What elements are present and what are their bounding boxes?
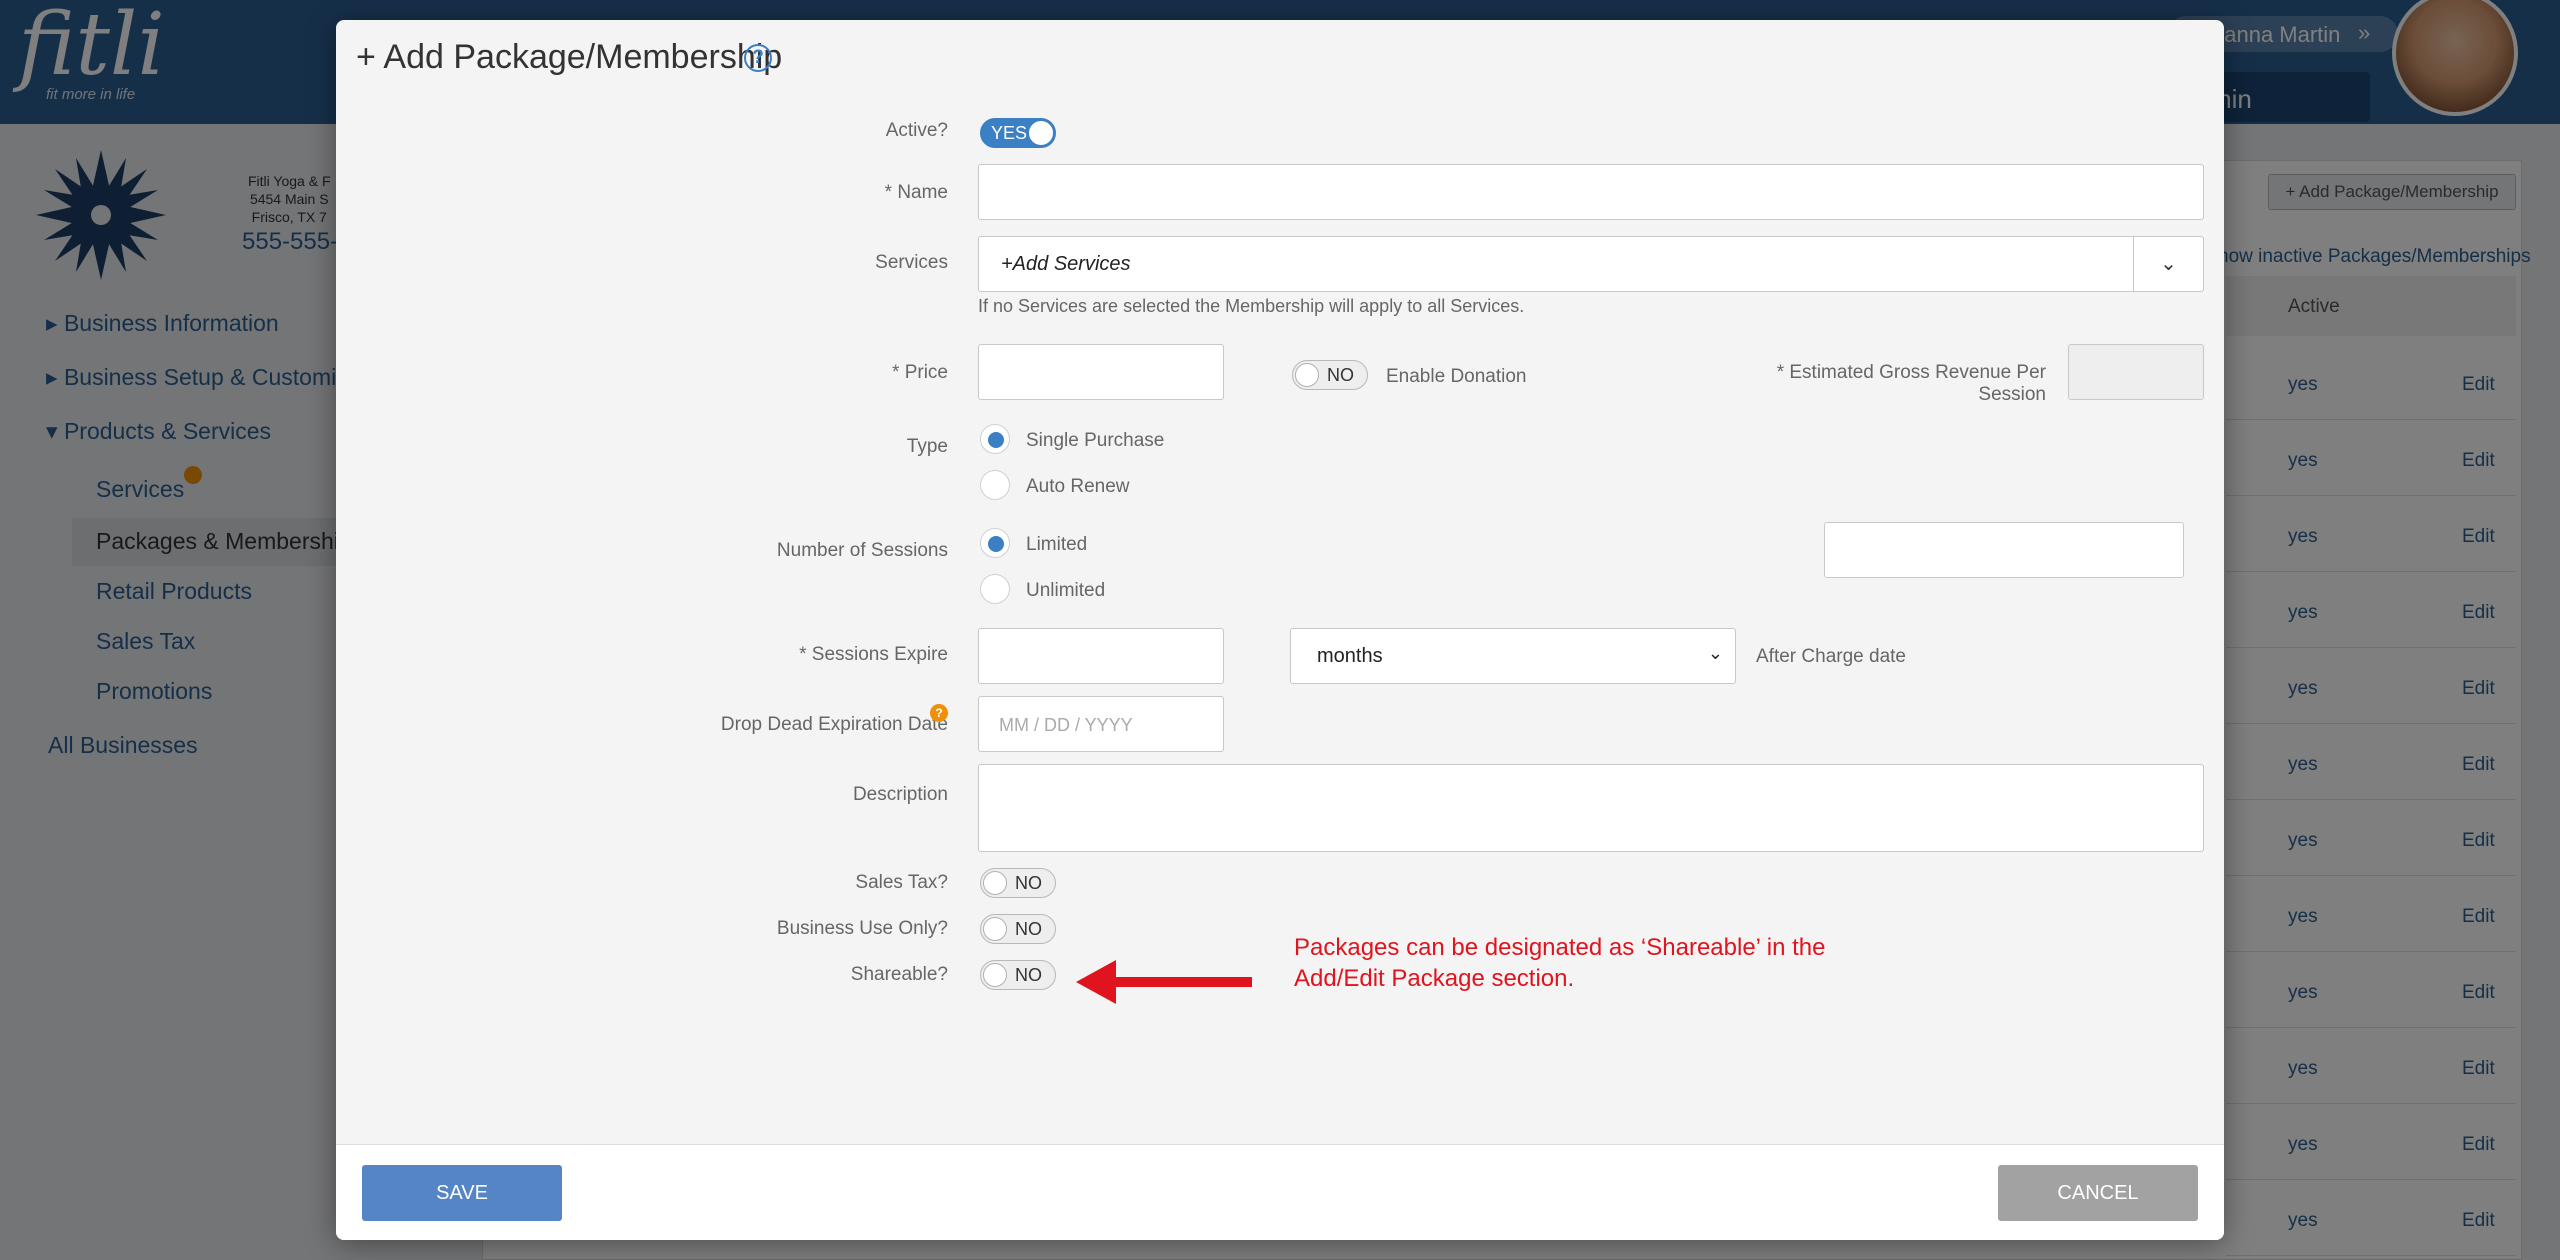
- sessions-expire-input[interactable]: [978, 628, 1224, 684]
- name-label: * Name: [884, 182, 948, 203]
- donation-toggle[interactable]: NO: [1292, 360, 1368, 390]
- number-of-sessions-label: Number of Sessions: [776, 540, 948, 561]
- business-use-toggle[interactable]: NO: [980, 914, 1056, 944]
- toggle-knob: [983, 871, 1007, 895]
- date-placeholder: MM / DD / YYYY: [999, 715, 1133, 735]
- shareable-toggle[interactable]: NO: [980, 960, 1056, 990]
- active-toggle[interactable]: YES: [980, 118, 1056, 148]
- toggle-knob: [983, 917, 1007, 941]
- single-purchase-label[interactable]: Single Purchase: [1026, 430, 1164, 452]
- name-input[interactable]: [978, 164, 2204, 220]
- sales-tax-toggle[interactable]: NO: [980, 868, 1056, 898]
- active-toggle-text: YES: [991, 123, 1028, 143]
- limited-label[interactable]: Limited: [1026, 534, 1087, 556]
- modal-title: + Add Package/Membership: [356, 38, 783, 76]
- radio-single-purchase[interactable]: [980, 424, 1010, 454]
- modal-footer: SAVE CANCEL: [336, 1144, 2224, 1240]
- info-icon[interactable]: ?: [930, 704, 948, 722]
- active-label: Active?: [885, 120, 948, 141]
- sessions-input[interactable]: [1824, 522, 2184, 578]
- toggle-knob: [983, 963, 1007, 987]
- red-arrow-icon: [1076, 960, 1252, 1004]
- shareable-label: Shareable?: [850, 964, 948, 985]
- enable-donation-label: Enable Donation: [1386, 366, 1527, 387]
- revenue-input: [2068, 344, 2204, 400]
- business-use-label: Business Use Only?: [776, 918, 948, 939]
- toggle-knob: [1029, 121, 1053, 145]
- drop-dead-label: Drop Dead Expiration Date: [720, 714, 948, 735]
- help-icon[interactable]: ?: [744, 44, 772, 72]
- sessions-expire-label: * Sessions Expire: [799, 644, 948, 665]
- save-button[interactable]: SAVE: [362, 1165, 562, 1221]
- after-charge-date-label: After Charge date: [1756, 646, 1906, 667]
- type-label: Type: [906, 436, 948, 457]
- auto-renew-label[interactable]: Auto Renew: [1026, 476, 1130, 498]
- toggle-knob: [1295, 363, 1319, 387]
- price-label: * Price: [892, 362, 948, 383]
- radio-unlimited[interactable]: [980, 574, 1010, 604]
- services-help-text: If no Services are selected the Membersh…: [978, 296, 1525, 316]
- revenue-label: * Estimated Gross Revenue Per Session: [1776, 362, 2046, 405]
- services-placeholder: +Add Services: [1001, 253, 1131, 275]
- annotation-text: Packages can be designated as ‘Shareable…: [1294, 934, 1826, 992]
- sales-tax-label: Sales Tax?: [855, 872, 948, 893]
- chevron-down-icon: ⌄: [1707, 643, 1723, 663]
- add-package-modal: + Add Package/Membership ? Active? YES *…: [336, 20, 2224, 1240]
- double-chevron-down-icon[interactable]: ⌄: [2133, 237, 2203, 291]
- price-input[interactable]: [978, 344, 1224, 400]
- cancel-button[interactable]: CANCEL: [1998, 1165, 2198, 1221]
- shareable-toggle-text: NO: [1015, 965, 1042, 985]
- donation-toggle-text: NO: [1327, 365, 1354, 385]
- description-label: Description: [852, 784, 948, 805]
- radio-auto-renew[interactable]: [980, 470, 1010, 500]
- unlimited-label[interactable]: Unlimited: [1026, 580, 1105, 602]
- sales-tax-toggle-text: NO: [1015, 873, 1042, 893]
- radio-limited[interactable]: [980, 528, 1010, 558]
- description-textarea[interactable]: [978, 764, 2204, 852]
- business-use-toggle-text: NO: [1015, 919, 1042, 939]
- drop-dead-date-input[interactable]: MM / DD / YYYY: [978, 696, 1224, 752]
- services-label: Services: [875, 252, 948, 273]
- expire-unit-select[interactable]: months ⌄: [1290, 628, 1736, 684]
- expire-unit-value: months: [1317, 645, 1383, 667]
- services-select[interactable]: +Add Services ⌄: [978, 236, 2204, 292]
